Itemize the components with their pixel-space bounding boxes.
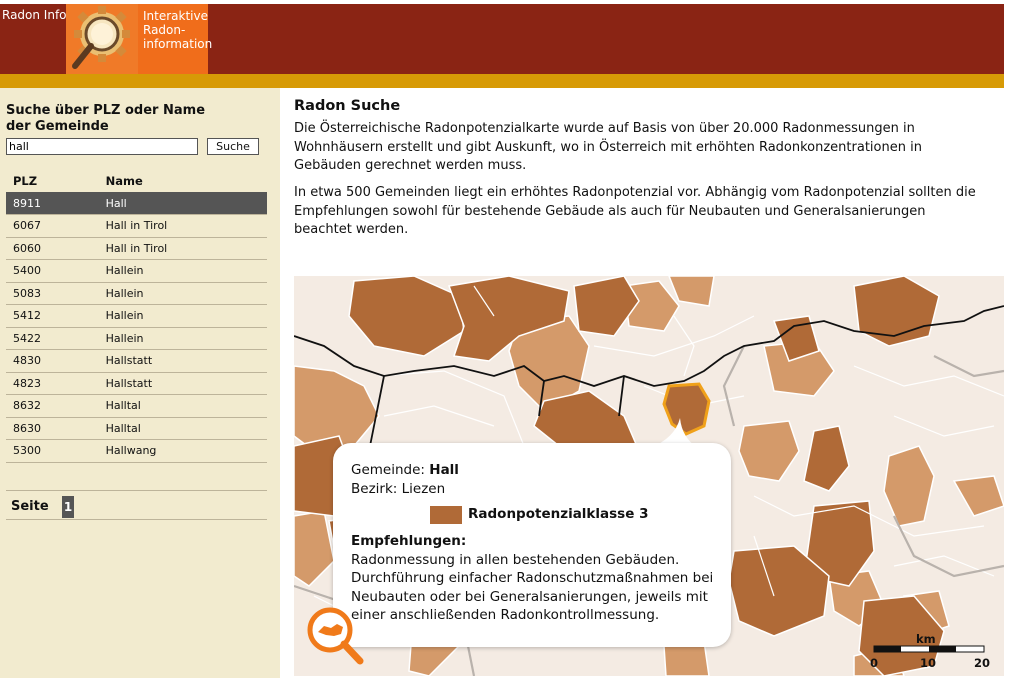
result-row[interactable]: 5400 Hallein: [6, 259, 267, 283]
results-body: 8911 Hall 6067 Hall in Tirol 6060 Hall in Tir…: [6, 192, 267, 463]
result-row[interactable]: 4830 Hallstatt: [6, 349, 267, 373]
app-logo[interactable]: Interaktive Radon- information: [66, 4, 212, 74]
result-plz: 5400: [6, 259, 102, 283]
result-row[interactable]: 5412 Hallein: [6, 304, 267, 328]
intro-paragraph: Die Österreichische Radonpotenzialkarte …: [294, 121, 922, 173]
result-row[interactable]: 8911 Hall: [6, 192, 267, 215]
result-row[interactable]: 5083 Hallein: [6, 282, 267, 305]
popup-bezirk: Bezirk: Liezen: [351, 481, 445, 497]
scale-label-20: 20: [974, 656, 991, 670]
page-title: Radon Suche: [294, 98, 401, 114]
pager-page-button[interactable]: 1: [62, 496, 74, 518]
search-heading: Suche über PLZ oder Name der Gemeinde: [6, 103, 206, 134]
map-info-popup: Gemeinde: Hall Bezirk: Liezen Radonpoten…: [333, 443, 731, 647]
pager-divider: [6, 490, 267, 491]
results-header-row: PLZ Name: [6, 170, 267, 192]
gemeinde-value: Hall: [429, 462, 459, 478]
logo-text: Interaktive Radon- information: [143, 9, 213, 51]
app-header: Radon Info Interaktive Radon- informatio…: [0, 4, 1004, 74]
result-row[interactable]: 8630 Halltal: [6, 417, 267, 440]
search-button[interactable]: Suche: [207, 138, 259, 155]
pager-label: Seite: [11, 499, 49, 514]
scale-label-10: 10: [920, 656, 937, 670]
result-plz: 5300: [6, 439, 102, 463]
result-row[interactable]: 4823 Hallstatt: [6, 372, 267, 395]
result-name: Hallein: [101, 259, 267, 283]
recommendations-text: Radonmessung in allen bestehenden Gebäud…: [351, 552, 714, 623]
result-name: Hall: [101, 192, 267, 215]
bezirk-label: Bezirk:: [351, 481, 398, 497]
result-plz: 4823: [6, 372, 102, 395]
gemeinde-label: Gemeinde:: [351, 462, 425, 478]
result-plz: 4830: [6, 349, 102, 373]
result-plz: 6060: [6, 237, 102, 260]
column-header-name[interactable]: Name: [102, 170, 267, 192]
class-color-swatch: [430, 506, 462, 524]
result-name: Hallein: [101, 282, 267, 305]
recommendations-heading: Empfehlungen:: [351, 533, 467, 549]
result-name: Hall in Tirol: [101, 237, 267, 260]
result-plz: 5422: [6, 327, 102, 350]
result-row[interactable]: 6067 Hall in Tirol: [6, 214, 267, 238]
column-header-plz[interactable]: PLZ: [6, 170, 102, 192]
radon-class-label: Radonpotenzialklasse 3: [468, 506, 649, 522]
brand-label: Radon Info: [2, 8, 67, 22]
zoom-austria-icon[interactable]: [304, 604, 366, 666]
result-name: Hallein: [101, 304, 267, 328]
result-plz: 6067: [6, 214, 102, 238]
result-plz: 5083: [6, 282, 102, 305]
result-name: Hallein: [101, 327, 267, 350]
result-row[interactable]: 5422 Hallein: [6, 327, 267, 350]
result-name: Hallstatt: [101, 349, 267, 373]
search-sidebar: Suche über PLZ oder Name der Gemeinde Su…: [0, 88, 280, 678]
bezirk-value: Liezen: [401, 481, 446, 497]
result-row[interactable]: 5300 Hallwang: [6, 439, 267, 463]
result-name: Halltal: [101, 417, 267, 440]
result-name: Hallwang: [101, 439, 267, 463]
result-row[interactable]: 6060 Hall in Tirol: [6, 237, 267, 260]
result-row[interactable]: 8632 Halltal: [6, 394, 267, 418]
info-paragraph: In etwa 500 Gemeinden liegt ein erhöhtes…: [294, 185, 976, 237]
magnifier-gear-icon: [66, 4, 138, 74]
scale-labels: km 0 10 20: [870, 632, 995, 672]
result-plz: 8632: [6, 394, 102, 418]
header-accent-bar: [0, 74, 1004, 88]
scale-label-0: 0: [870, 656, 879, 670]
search-input[interactable]: [6, 138, 198, 155]
popup-gemeinde: Gemeinde: Hall: [351, 462, 459, 478]
result-name: Hallstatt: [101, 372, 267, 395]
pager: Seite 1: [6, 494, 267, 520]
result-plz: 8630: [6, 417, 102, 440]
results-table: PLZ Name 8911 Hall 6067 Hall in Tirol 6060 Ha…: [6, 170, 267, 463]
result-plz: 8911: [6, 192, 102, 215]
result-name: Hall in Tirol: [101, 214, 267, 238]
scale-unit: km: [916, 632, 936, 646]
result-name: Halltal: [101, 394, 267, 418]
result-plz: 5412: [6, 304, 102, 328]
